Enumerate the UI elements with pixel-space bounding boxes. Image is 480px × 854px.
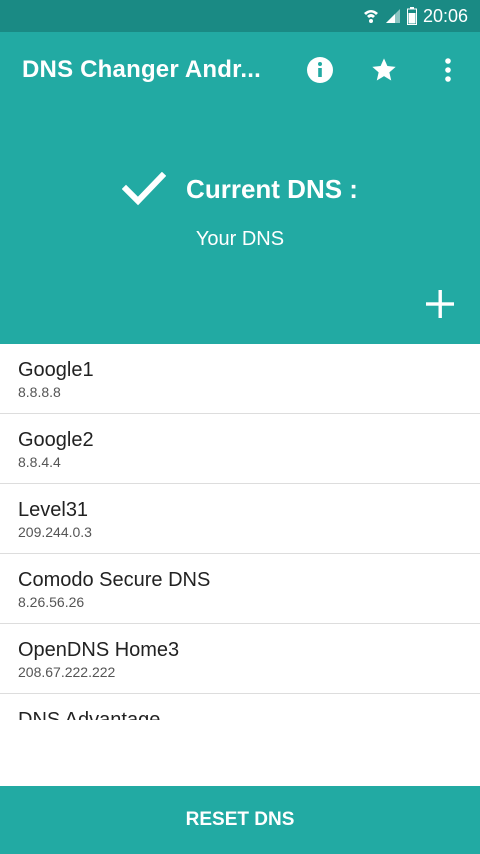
status-bar: 20:06 [0, 0, 480, 32]
add-dns-button[interactable] [422, 286, 458, 322]
header: DNS Changer Andr... Current DNS : Your D… [0, 32, 480, 344]
app-title: DNS Changer Andr... [22, 56, 261, 83]
dns-list-item[interactable]: DNS Advantage [0, 694, 480, 720]
dns-ip: 8.8.8.8 [18, 384, 61, 400]
dns-name: Comodo Secure DNS [18, 569, 211, 591]
more-vert-icon [445, 58, 451, 82]
current-dns-row: Current DNS : [0, 172, 480, 206]
dns-list-item[interactable]: Comodo Secure DNS 8.26.56.26 [0, 554, 480, 624]
dns-name: DNS Advantage [18, 709, 161, 720]
info-button[interactable] [304, 54, 336, 86]
dns-list: Google1 8.8.8.8 Google2 8.8.4.4 Level31 … [0, 344, 480, 720]
battery-icon [406, 7, 417, 25]
dns-list-item[interactable]: Google1 8.8.8.8 [0, 344, 480, 414]
star-icon [372, 58, 396, 81]
dns-name: OpenDNS Home3 [18, 639, 180, 661]
plus-icon [426, 290, 454, 318]
dns-list-item[interactable]: Google2 8.8.4.4 [0, 414, 480, 484]
current-dns-value: Your DNS [195, 228, 285, 250]
dns-ip: 208.67.222.222 [18, 664, 116, 680]
signal-icon [385, 8, 401, 24]
dns-ip: 209.244.0.3 [18, 524, 92, 540]
dns-ip: 8.26.56.26 [18, 594, 85, 610]
wifi-icon [363, 8, 379, 24]
more-options-button[interactable] [432, 54, 464, 86]
dns-name: Google1 [18, 359, 94, 381]
reset-dns-button[interactable]: RESET DNS [0, 786, 480, 854]
app-bar: DNS Changer Andr... [0, 32, 480, 108]
info-icon [307, 57, 333, 83]
current-dns-label: Current DNS : [186, 173, 358, 204]
check-icon [122, 172, 167, 206]
dns-name: Google2 [18, 429, 94, 451]
dns-list-item[interactable]: OpenDNS Home3 208.67.222.222 [0, 624, 480, 694]
dns-ip: 8.8.4.4 [18, 454, 61, 470]
clock: 20:06 [422, 5, 468, 26]
dns-name: Level31 [18, 499, 89, 521]
dns-list-item[interactable]: Level31 209.244.0.3 [0, 484, 480, 554]
favorite-button[interactable] [368, 54, 400, 86]
